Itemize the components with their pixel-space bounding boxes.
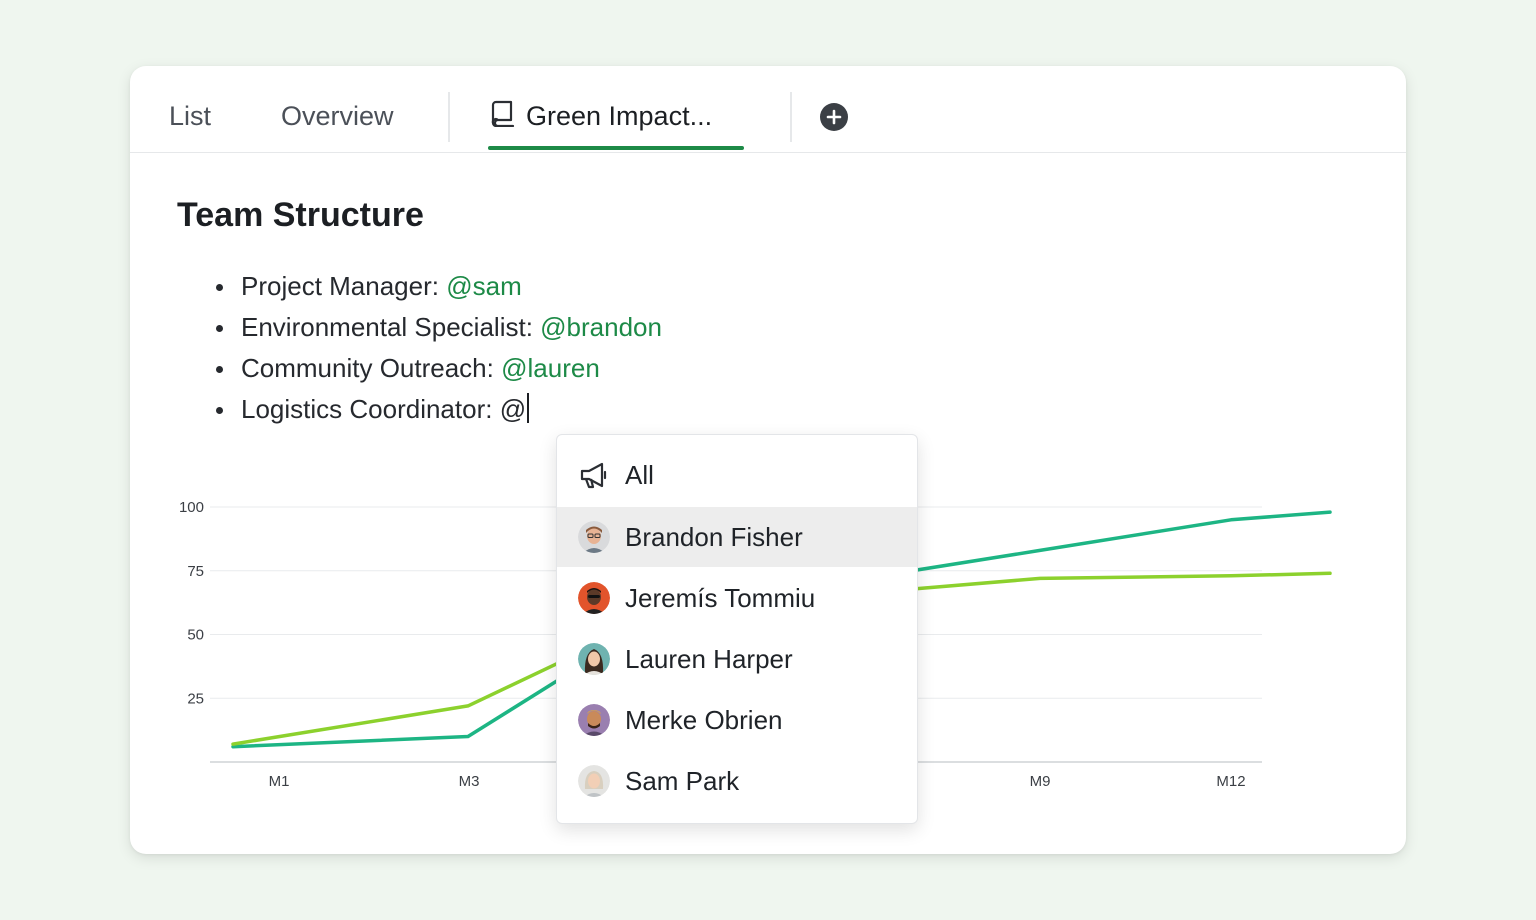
role-label: Community Outreach: [241, 353, 494, 383]
option-label: Brandon Fisher [625, 521, 803, 552]
option-label: Lauren Harper [625, 643, 793, 674]
mention-option-all[interactable]: All [557, 445, 917, 505]
tab-label: Green Impact... [526, 100, 713, 131]
mention-option-brandon-fisher[interactable]: Brandon Fisher [557, 507, 917, 567]
role-label: Environmental Specialist: [241, 312, 533, 342]
x-tick-label: M9 [1030, 773, 1051, 790]
role-list: Project Manager: @sam Environmental Spec… [216, 266, 662, 430]
mention-option-merke-obrien[interactable]: Merke Obrien [557, 690, 917, 750]
megaphone-icon [578, 459, 610, 491]
tab-list[interactable]: List [169, 96, 211, 136]
tab-label: List [169, 100, 212, 131]
mention-sam[interactable]: @sam [446, 271, 522, 301]
list-item: Project Manager: @sam [216, 266, 662, 307]
role-label: Project Manager: [241, 271, 439, 301]
tab-label: Overview [281, 100, 394, 131]
tab-divider [448, 92, 450, 142]
section-heading: Team Structure [177, 196, 424, 234]
tab-divider [790, 92, 792, 142]
tab-overview[interactable]: Overview [281, 96, 394, 136]
add-tab-button[interactable] [820, 103, 848, 131]
y-tick-label: 50 [187, 627, 204, 644]
list-item: Environmental Specialist: @brandon [216, 307, 662, 348]
avatar [578, 643, 610, 675]
role-label: Logistics Coordinator: [241, 394, 493, 424]
x-tick-label: M3 [459, 773, 480, 790]
x-tick-label: M12 [1216, 773, 1245, 790]
y-tick-label: 100 [179, 499, 204, 516]
avatar [578, 704, 610, 736]
list-item: Community Outreach: @lauren [216, 348, 662, 389]
plus-circle-icon [820, 103, 848, 131]
mention-lauren[interactable]: @lauren [501, 353, 600, 383]
option-label: Jeremís Tommiu [625, 582, 816, 613]
document-icon [490, 99, 516, 134]
y-tick-label: 75 [187, 563, 204, 580]
list-item[interactable]: Logistics Coordinator: @ [216, 389, 662, 430]
avatar [578, 582, 610, 614]
avatar [578, 521, 610, 553]
option-label: Sam Park [625, 765, 740, 796]
x-tick-label: M1 [269, 773, 290, 790]
mention-option-lauren-harper[interactable]: Lauren Harper [557, 629, 917, 689]
mention-dropdown: All Brandon Fisher Jeremís Tommiu Lauren… [556, 434, 918, 824]
y-tick-label: 25 [187, 690, 204, 707]
option-label: All [625, 459, 654, 490]
active-tab-indicator [488, 146, 744, 150]
mention-option-jeremis-tommiu[interactable]: Jeremís Tommiu [557, 568, 917, 628]
tab-bar: List Overview Green Impact... [130, 66, 1406, 153]
mention-brandon[interactable]: @brandon [540, 312, 662, 342]
avatar [578, 765, 610, 797]
option-label: Merke Obrien [625, 704, 783, 735]
tab-green-impact[interactable]: Green Impact... [490, 96, 712, 136]
document-card: List Overview Green Impact... Team Struc… [130, 66, 1406, 854]
text-cursor [527, 393, 530, 423]
mention-trigger: @ [499, 394, 527, 424]
mention-option-sam-park[interactable]: Sam Park [557, 751, 917, 811]
